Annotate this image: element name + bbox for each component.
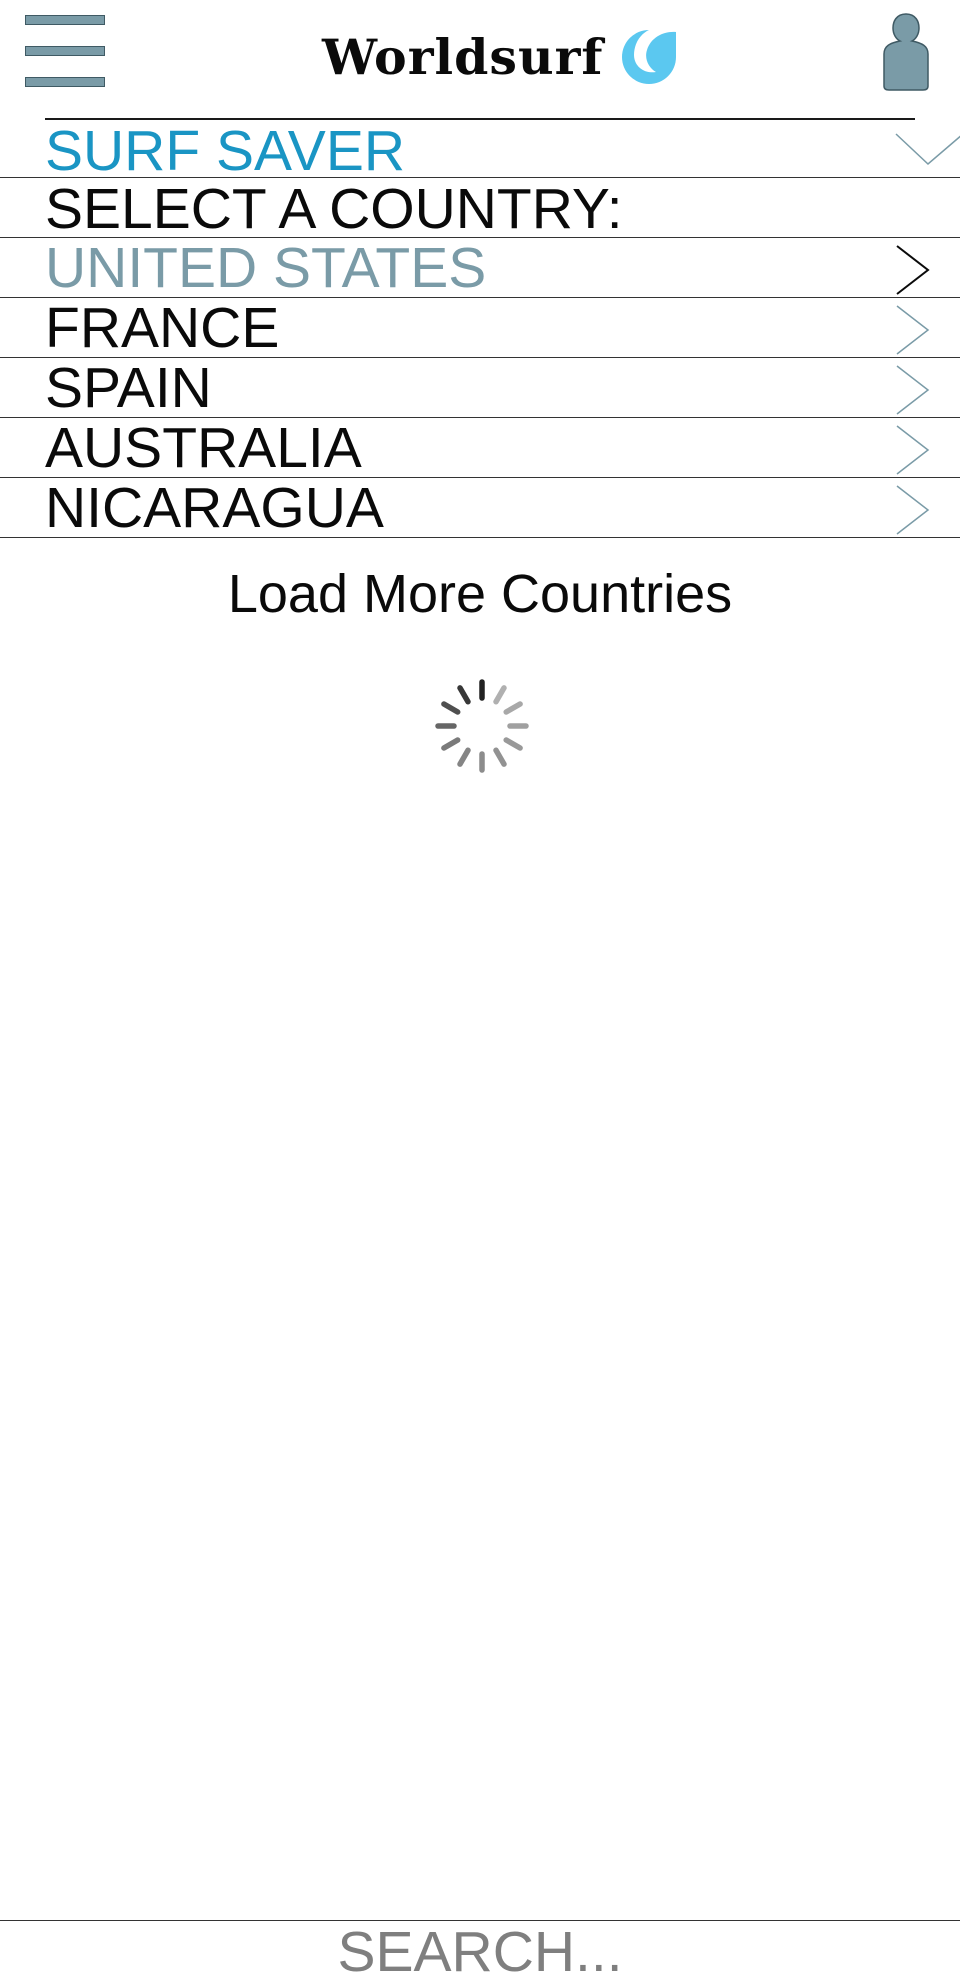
country-label: NICARAGUA — [45, 476, 384, 540]
loading-spinner-icon — [435, 679, 529, 773]
menu-bar-middle — [25, 46, 105, 56]
country-prompt-row: SELECT A COUNTRY: — [0, 178, 960, 238]
country-list: UNITED STATES FRANCE SPAIN AUSTRALIA NIC… — [0, 238, 960, 538]
app-logo[interactable]: Worldsurf — [322, 22, 678, 92]
country-label: FRANCE — [45, 296, 280, 360]
app-header: Worldsurf — [0, 0, 960, 120]
menu-bar-bottom — [25, 77, 105, 87]
search-divider — [0, 1920, 960, 1921]
menu-bar-top — [25, 15, 105, 25]
brand-name: Worldsurf — [322, 27, 604, 86]
country-prompt: SELECT A COUNTRY: — [45, 177, 623, 241]
user-profile-icon — [883, 13, 929, 91]
wave-icon — [621, 30, 676, 84]
search-input[interactable] — [0, 1922, 960, 1981]
section-title: SURF SAVER — [45, 119, 406, 183]
chevron-right-icon — [896, 245, 930, 295]
country-item-australia[interactable]: AUSTRALIA — [0, 418, 960, 478]
country-label: SPAIN — [45, 356, 212, 420]
country-item-nicaragua[interactable]: NICARAGUA — [0, 478, 960, 538]
country-label: UNITED STATES — [45, 236, 487, 300]
menu-button[interactable] — [25, 15, 107, 91]
section-surf-saver[interactable]: SURF SAVER — [0, 119, 960, 183]
country-item-spain[interactable]: SPAIN — [0, 358, 960, 418]
chevron-right-icon — [896, 365, 930, 415]
load-more-countries-button[interactable]: Load More Countries — [0, 562, 960, 626]
country-label: AUSTRALIA — [45, 416, 362, 480]
country-item-france[interactable]: FRANCE — [0, 298, 960, 358]
chevron-down-icon — [895, 133, 960, 166]
chevron-right-icon — [896, 425, 930, 475]
country-item-united-states[interactable]: UNITED STATES — [0, 238, 960, 298]
chevron-right-icon — [896, 485, 930, 535]
user-profile-button[interactable] — [882, 12, 930, 92]
chevron-right-icon — [896, 305, 930, 355]
